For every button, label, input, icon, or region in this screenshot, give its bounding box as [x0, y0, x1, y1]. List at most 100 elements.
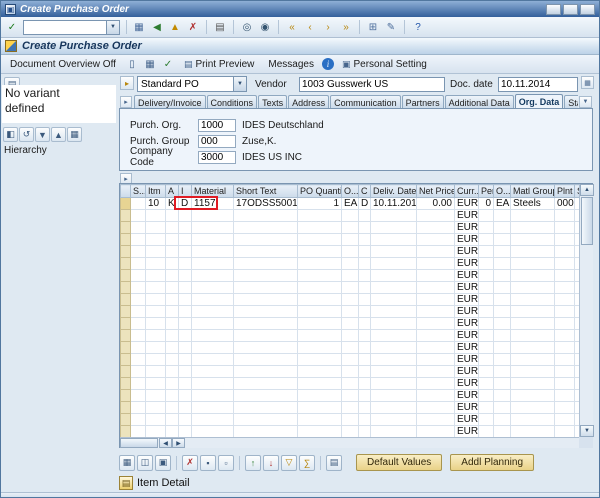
cell-per[interactable]	[479, 414, 494, 426]
cell-net-price[interactable]	[417, 318, 455, 330]
row-selector[interactable]	[121, 270, 131, 282]
cell-a[interactable]	[166, 330, 179, 342]
cell-s[interactable]	[131, 234, 146, 246]
cell-i[interactable]	[179, 414, 192, 426]
row-selector[interactable]	[121, 378, 131, 390]
cell-c[interactable]	[359, 270, 371, 282]
cell-s[interactable]	[131, 426, 146, 438]
sort-descending-icon[interactable]: ↓	[263, 455, 279, 471]
cell-unit[interactable]	[342, 426, 359, 438]
enter-icon[interactable]: ✓	[4, 19, 20, 35]
cell-plnt[interactable]	[555, 246, 575, 258]
cell-qty[interactable]	[298, 330, 342, 342]
field-value[interactable]: 1000	[198, 119, 236, 132]
cell-deliv-date[interactable]: 10.11.2014	[371, 198, 417, 210]
cell-short-text[interactable]	[234, 414, 298, 426]
cell-deliv-date[interactable]	[371, 378, 417, 390]
cell-matl-group[interactable]	[511, 282, 555, 294]
cell-qty[interactable]	[298, 378, 342, 390]
find-next-icon[interactable]: ◉	[257, 19, 273, 35]
cell-s[interactable]	[131, 390, 146, 402]
row-selector[interactable]	[121, 294, 131, 306]
cell-material[interactable]	[192, 366, 234, 378]
cell-itm[interactable]	[146, 282, 166, 294]
cell-deliv-date[interactable]	[371, 246, 417, 258]
column-header[interactable]: O...	[342, 185, 359, 198]
cell-curr[interactable]: EUR	[455, 366, 479, 378]
tab-delivery-invoice[interactable]: Delivery/Invoice	[134, 95, 206, 109]
cell-itm[interactable]	[146, 366, 166, 378]
cell-s[interactable]	[131, 378, 146, 390]
cell-plnt[interactable]	[555, 282, 575, 294]
personal-setting-button[interactable]: ▣Personal Setting	[336, 56, 433, 72]
cell-curr[interactable]: EUR	[455, 378, 479, 390]
tab-conditions[interactable]: Conditions	[207, 95, 258, 109]
cell-itm[interactable]	[146, 318, 166, 330]
cell-a[interactable]	[166, 282, 179, 294]
cell-s[interactable]	[131, 414, 146, 426]
cell-short-text[interactable]	[234, 426, 298, 438]
row-selector[interactable]	[121, 330, 131, 342]
cell-per[interactable]	[479, 390, 494, 402]
column-header[interactable]: Plnt	[555, 185, 575, 198]
print-preview-button[interactable]: ▤Print Preview	[178, 56, 260, 72]
cell-short-text[interactable]	[234, 210, 298, 222]
default-values-button[interactable]: Default Values	[356, 454, 442, 471]
cell-short-text[interactable]	[234, 318, 298, 330]
sort-ascending-icon[interactable]: ↑	[245, 455, 261, 471]
cell-qty[interactable]	[298, 414, 342, 426]
cell-order-unit[interactable]	[494, 330, 511, 342]
cell-matl-group[interactable]: Steels	[511, 198, 555, 210]
cell-unit[interactable]	[342, 270, 359, 282]
cell-i[interactable]	[179, 342, 192, 354]
cell-order-unit[interactable]	[494, 282, 511, 294]
cell-per[interactable]	[479, 318, 494, 330]
cell-material[interactable]	[192, 426, 234, 438]
cell-i[interactable]	[179, 270, 192, 282]
cell-unit[interactable]	[342, 354, 359, 366]
first-page-icon[interactable]: «	[284, 19, 300, 35]
cell-short-text[interactable]	[234, 294, 298, 306]
cell-unit[interactable]	[342, 390, 359, 402]
vendor-input[interactable]	[299, 77, 445, 92]
cell-deliv-date[interactable]	[371, 222, 417, 234]
cell-net-price[interactable]	[417, 366, 455, 378]
cell-net-price[interactable]: 0.00	[417, 198, 455, 210]
cell-order-unit[interactable]	[494, 210, 511, 222]
cell-i[interactable]	[179, 210, 192, 222]
cell-matl-group[interactable]	[511, 366, 555, 378]
cell-itm[interactable]	[146, 306, 166, 318]
cell-deliv-date[interactable]	[371, 414, 417, 426]
cell-a[interactable]	[166, 342, 179, 354]
cell-short-text[interactable]: 17ODSS5001C-184M - te...	[234, 198, 298, 210]
cell-per[interactable]	[479, 402, 494, 414]
cell-c[interactable]	[359, 282, 371, 294]
cell-short-text[interactable]	[234, 282, 298, 294]
cell-qty[interactable]	[298, 294, 342, 306]
vertical-scrollbar[interactable]: ▲ ▼	[579, 184, 593, 437]
column-header[interactable]: S...	[131, 185, 146, 198]
cell-unit[interactable]	[342, 222, 359, 234]
cell-per[interactable]	[479, 258, 494, 270]
cell-plnt[interactable]	[555, 378, 575, 390]
cell-material[interactable]	[192, 258, 234, 270]
column-header[interactable]: Itm	[146, 185, 166, 198]
row-selector[interactable]	[121, 414, 131, 426]
cell-qty[interactable]: 1	[298, 198, 342, 210]
cell-c[interactable]	[359, 258, 371, 270]
cell-s[interactable]	[131, 330, 146, 342]
cell-unit[interactable]	[342, 294, 359, 306]
cell-matl-group[interactable]	[511, 306, 555, 318]
cell-deliv-date[interactable]	[371, 342, 417, 354]
cell-short-text[interactable]	[234, 222, 298, 234]
cell-a[interactable]	[166, 402, 179, 414]
cell-unit[interactable]	[342, 234, 359, 246]
cell-c[interactable]	[359, 330, 371, 342]
cell-material[interactable]: 1157	[192, 198, 234, 210]
cell-itm[interactable]	[146, 294, 166, 306]
cell-net-price[interactable]	[417, 210, 455, 222]
cell-short-text[interactable]	[234, 342, 298, 354]
cell-itm[interactable]	[146, 210, 166, 222]
cell-c[interactable]	[359, 354, 371, 366]
cell-short-text[interactable]	[234, 246, 298, 258]
